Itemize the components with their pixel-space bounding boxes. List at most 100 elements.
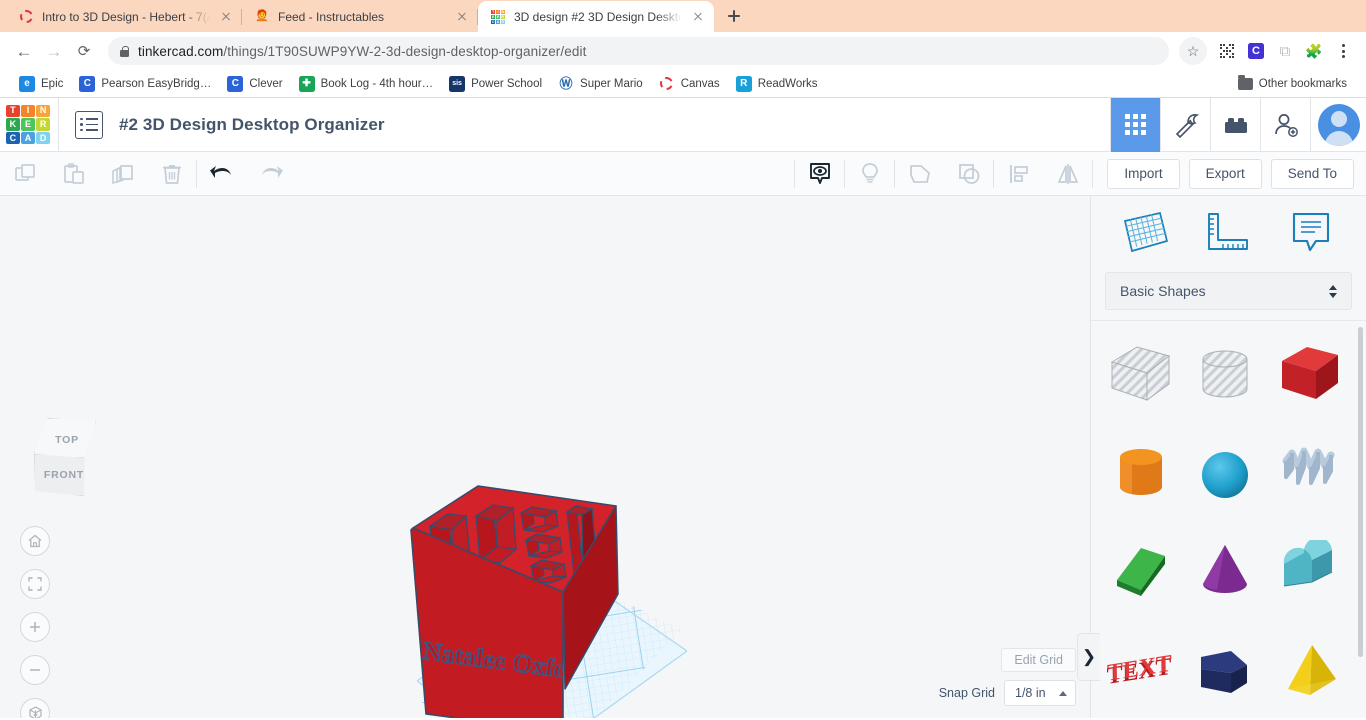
view-cube-top-face[interactable]: TOP bbox=[34, 418, 96, 458]
ruler-tool-icon[interactable] bbox=[1200, 204, 1256, 260]
zoom-out-icon[interactable] bbox=[20, 655, 50, 685]
history-tools-group bbox=[197, 152, 295, 196]
shape-library-select-wrap: Basic Shapes bbox=[1091, 268, 1366, 320]
avatar[interactable] bbox=[1310, 97, 1366, 152]
logo-letter: K bbox=[6, 118, 20, 131]
shape-pyramid[interactable] bbox=[1268, 622, 1352, 718]
model-desktop-organizer[interactable]: Natalee Oxford bbox=[408, 484, 648, 718]
shape-half-cylinder[interactable] bbox=[1268, 523, 1352, 622]
mirror-button[interactable] bbox=[1043, 152, 1092, 196]
shape-roof[interactable] bbox=[1099, 523, 1183, 622]
workplane-tool-icon[interactable] bbox=[1118, 204, 1174, 260]
bookmark-readworks[interactable]: R ReadWorks bbox=[729, 73, 825, 95]
ungroup-button[interactable] bbox=[944, 152, 993, 196]
redo-button[interactable] bbox=[246, 152, 295, 196]
shape-scribble[interactable] bbox=[1268, 424, 1352, 523]
shape-cylinder[interactable] bbox=[1099, 424, 1183, 523]
bookmark-label: Super Mario bbox=[580, 77, 643, 90]
design-list-icon[interactable] bbox=[75, 110, 103, 139]
hint-lightbulb-button[interactable] bbox=[845, 152, 894, 196]
panel-scrollbar[interactable] bbox=[1358, 327, 1363, 657]
fit-to-view-icon[interactable] bbox=[20, 569, 50, 599]
collapse-panel-button[interactable]: ❯ bbox=[1077, 633, 1100, 681]
shape-cone[interactable] bbox=[1183, 523, 1267, 622]
align-button[interactable] bbox=[994, 152, 1043, 196]
close-icon[interactable] bbox=[218, 9, 234, 25]
tinkercad-icon: TIN KER CAD bbox=[491, 9, 505, 25]
copy-button[interactable] bbox=[0, 152, 49, 196]
browser-tab-2[interactable]: TIN KER CAD 3D design #2 3D Design Deskt… bbox=[478, 1, 714, 32]
shape-box-hole[interactable] bbox=[1099, 325, 1183, 424]
sis-icon: sis bbox=[449, 75, 466, 92]
sheets-icon: ✚ bbox=[298, 75, 315, 92]
qr-code-icon[interactable] bbox=[1214, 38, 1240, 64]
edit-tools-group bbox=[0, 152, 196, 196]
clever-icon: C bbox=[79, 75, 96, 92]
other-bookmarks-label: Other bookmarks bbox=[1258, 77, 1347, 90]
tinkercad-logo[interactable]: T I N K E R C A D bbox=[6, 104, 50, 145]
notes-tool-icon[interactable] bbox=[1283, 204, 1339, 260]
3d-canvas[interactable]: TOP FRONT Natalee Oxford Edit Grid Snap … bbox=[0, 196, 1090, 718]
close-icon[interactable] bbox=[690, 9, 706, 25]
undo-button[interactable] bbox=[197, 152, 246, 196]
invite-person-icon[interactable] bbox=[1260, 97, 1310, 152]
bookmark-label: Power School bbox=[471, 77, 543, 90]
logo-letter: E bbox=[21, 118, 35, 131]
send-to-button[interactable]: Send To bbox=[1270, 158, 1354, 189]
bookmark-super-mario[interactable]: Ⓦ Super Mario bbox=[551, 73, 650, 95]
bookmark-power-school[interactable]: sis Power School bbox=[442, 73, 549, 95]
minecraft-pickaxe-icon[interactable] bbox=[1160, 97, 1210, 152]
browser-tab-0[interactable]: Intro to 3D Design - Hebert - 7(A) bbox=[6, 1, 242, 32]
import-button[interactable]: Import bbox=[1107, 158, 1180, 189]
paste-button[interactable] bbox=[49, 152, 98, 196]
view-cube-front-face[interactable]: FRONT bbox=[34, 454, 85, 496]
home-view-icon[interactable] bbox=[20, 526, 50, 556]
bookmark-canvas[interactable]: Canvas bbox=[652, 73, 727, 95]
shape-box[interactable] bbox=[1268, 325, 1352, 424]
visibility-tools-group bbox=[795, 152, 844, 196]
star-icon[interactable]: ☆ bbox=[1179, 37, 1207, 65]
chrome-menu-icon[interactable] bbox=[1330, 38, 1356, 64]
extensions-puzzle-icon[interactable]: 🧩 bbox=[1301, 38, 1327, 64]
header-actions bbox=[1110, 97, 1366, 152]
shape-text[interactable]: TEXT TEXT bbox=[1099, 622, 1183, 718]
snap-grid-select[interactable]: 1/8 in bbox=[1004, 680, 1076, 706]
view-cube[interactable]: TOP FRONT bbox=[24, 418, 108, 500]
clever-extension-icon[interactable]: C bbox=[1243, 38, 1269, 64]
show-hide-button[interactable] bbox=[795, 152, 844, 196]
lego-brick-icon[interactable] bbox=[1210, 97, 1260, 152]
shape-polygon[interactable] bbox=[1183, 622, 1267, 718]
bookmark-epic[interactable]: e Epic bbox=[12, 73, 70, 95]
delete-button[interactable] bbox=[147, 152, 196, 196]
shapes-scroll-area[interactable]: TEXT TEXT bbox=[1091, 320, 1366, 718]
other-bookmarks-button[interactable]: Other bookmarks bbox=[1231, 75, 1354, 93]
browser-tab-1[interactable]: 🧑‍🦰 Feed - Instructables bbox=[242, 1, 478, 32]
browser-toolbar: ← → ⟳ tinkercad.com/things/1T90SUWP9YW-2… bbox=[0, 32, 1366, 70]
duplicate-button[interactable] bbox=[98, 152, 147, 196]
forward-button[interactable]: → bbox=[40, 37, 68, 65]
gallery-grid-icon[interactable] bbox=[1110, 97, 1160, 152]
view-cube-front-label: FRONT bbox=[43, 469, 85, 481]
bookmark-pearson[interactable]: C Pearson EasyBridg… bbox=[72, 73, 218, 95]
shape-library-select[interactable]: Basic Shapes bbox=[1105, 272, 1352, 310]
folder-icon bbox=[1237, 75, 1253, 90]
bookmark-book-log[interactable]: ✚ Book Log - 4th hour… bbox=[292, 73, 441, 95]
group-button[interactable] bbox=[895, 152, 944, 196]
back-button[interactable]: ← bbox=[10, 37, 38, 65]
bookmark-clever[interactable]: C Clever bbox=[220, 73, 289, 95]
address-bar[interactable]: tinkercad.com/things/1T90SUWP9YW-2-3d-de… bbox=[108, 37, 1169, 65]
cast-icon[interactable]: ⧉ bbox=[1272, 38, 1298, 64]
new-tab-button[interactable] bbox=[720, 2, 748, 30]
chevron-updown-icon bbox=[1329, 284, 1337, 298]
perspective-toggle-icon[interactable] bbox=[20, 698, 50, 718]
svg-text:TEXT: TEXT bbox=[1107, 650, 1172, 686]
shape-sphere[interactable] bbox=[1183, 424, 1267, 523]
edit-grid-button[interactable]: Edit Grid bbox=[1001, 648, 1076, 672]
reload-button[interactable]: ⟳ bbox=[70, 37, 98, 65]
zoom-in-icon[interactable] bbox=[20, 612, 50, 642]
browser-tab-strip: Intro to 3D Design - Hebert - 7(A) 🧑‍🦰 F… bbox=[0, 0, 1366, 32]
close-icon[interactable] bbox=[454, 9, 470, 25]
export-button[interactable]: Export bbox=[1188, 158, 1262, 189]
snap-grid-value: 1/8 in bbox=[1015, 686, 1046, 700]
shape-cylinder-hole[interactable] bbox=[1183, 325, 1267, 424]
